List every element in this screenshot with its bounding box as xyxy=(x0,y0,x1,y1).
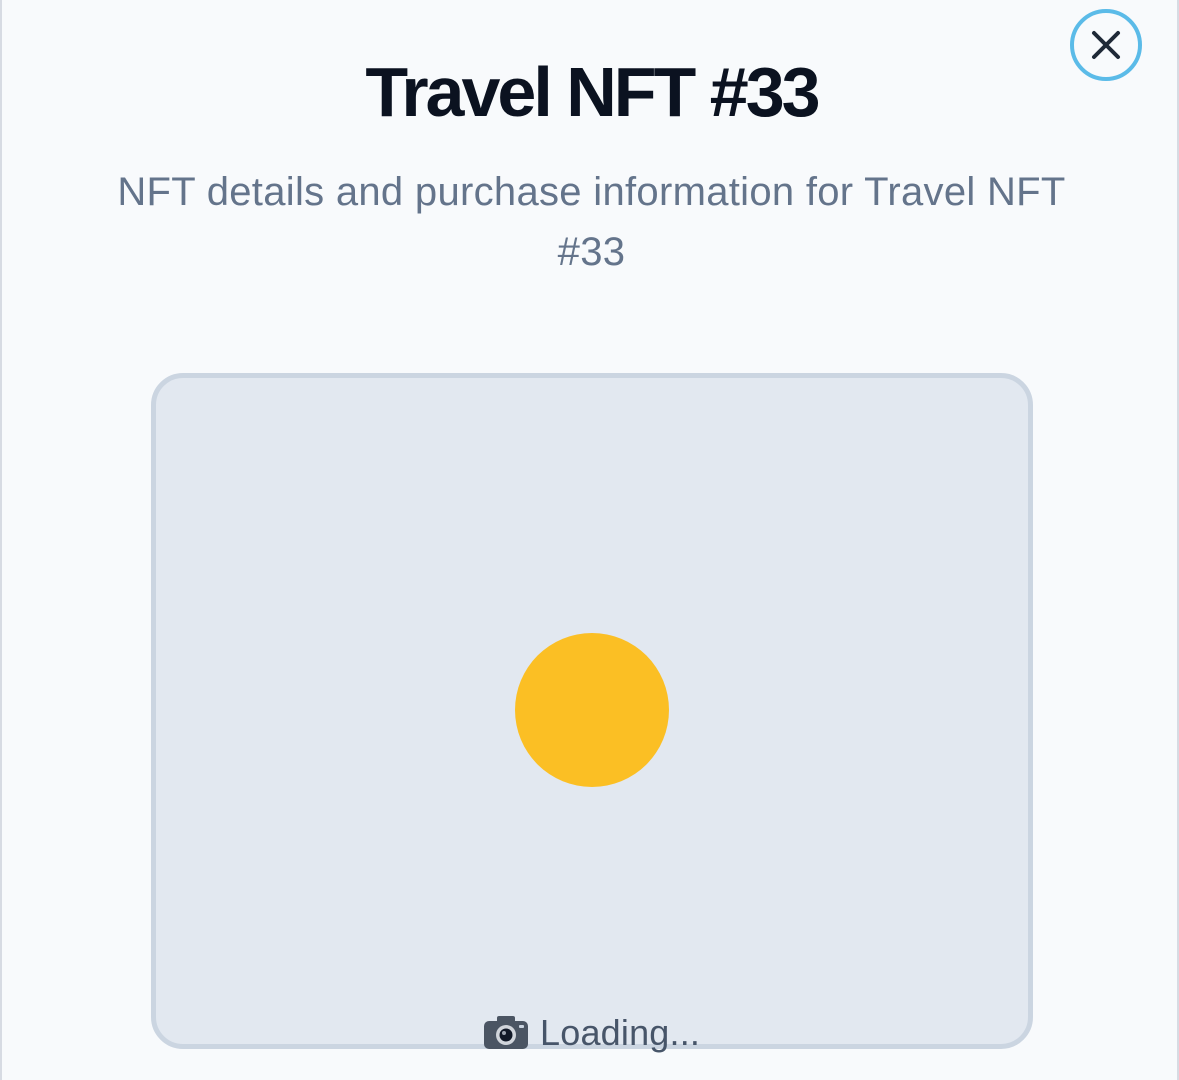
modal-title: Travel NFT #33 xyxy=(365,53,820,131)
nft-details-modal: Travel NFT #33 NFT details and purchase … xyxy=(0,0,1179,1080)
modal-subtitle: NFT details and purchase information for… xyxy=(117,170,1066,274)
camera-icon xyxy=(484,1016,528,1049)
loading-status: Loading... xyxy=(482,1008,700,1058)
loading-text: Loading... xyxy=(540,1012,701,1053)
loading-spinner xyxy=(515,633,669,787)
